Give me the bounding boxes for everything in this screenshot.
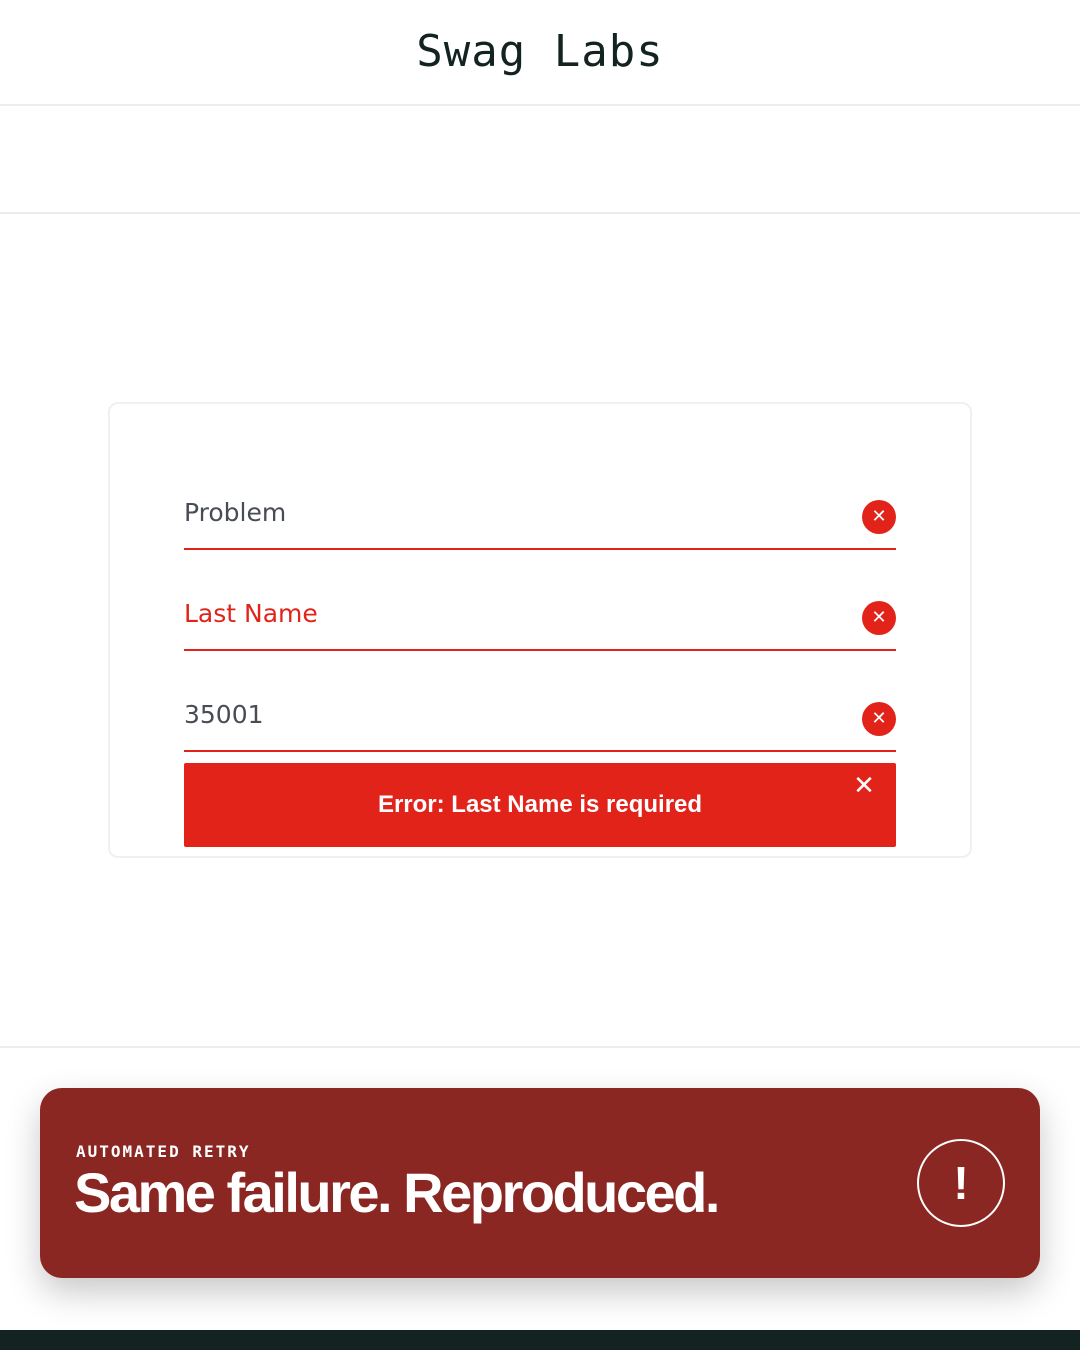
toast-label: AUTOMATED RETRY <box>76 1142 251 1161</box>
x-circle-icon: ✕ <box>862 702 896 736</box>
last-name-field[interactable]: Last Name ✕ <box>184 591 896 651</box>
first-name-value: Problem <box>184 498 287 527</box>
retry-toast: AUTOMATED RETRY Same failure. Reproduced… <box>40 1088 1040 1278</box>
secondary-header <box>0 106 1080 214</box>
toast-title: Same failure. Reproduced. <box>74 1161 720 1224</box>
postal-code-field[interactable]: 35001 ✕ <box>184 692 896 752</box>
first-name-field[interactable]: Problem ✕ <box>184 490 896 550</box>
postal-code-value: 35001 <box>184 700 264 729</box>
exclamation-icon: ! <box>917 1139 1005 1227</box>
x-circle-icon: ✕ <box>862 601 896 635</box>
app-title: Swag Labs <box>416 26 664 77</box>
error-message-container: Error: Last Name is required ✕ <box>184 763 896 847</box>
footer-divider <box>0 1046 1080 1048</box>
app-header: Swag Labs <box>0 0 1080 106</box>
last-name-placeholder: Last Name <box>184 599 318 628</box>
error-message: Error: Last Name is required <box>377 791 703 818</box>
x-circle-icon: ✕ <box>862 500 896 534</box>
close-icon[interactable]: ✕ <box>850 771 878 803</box>
bottom-bar <box>0 1330 1080 1350</box>
